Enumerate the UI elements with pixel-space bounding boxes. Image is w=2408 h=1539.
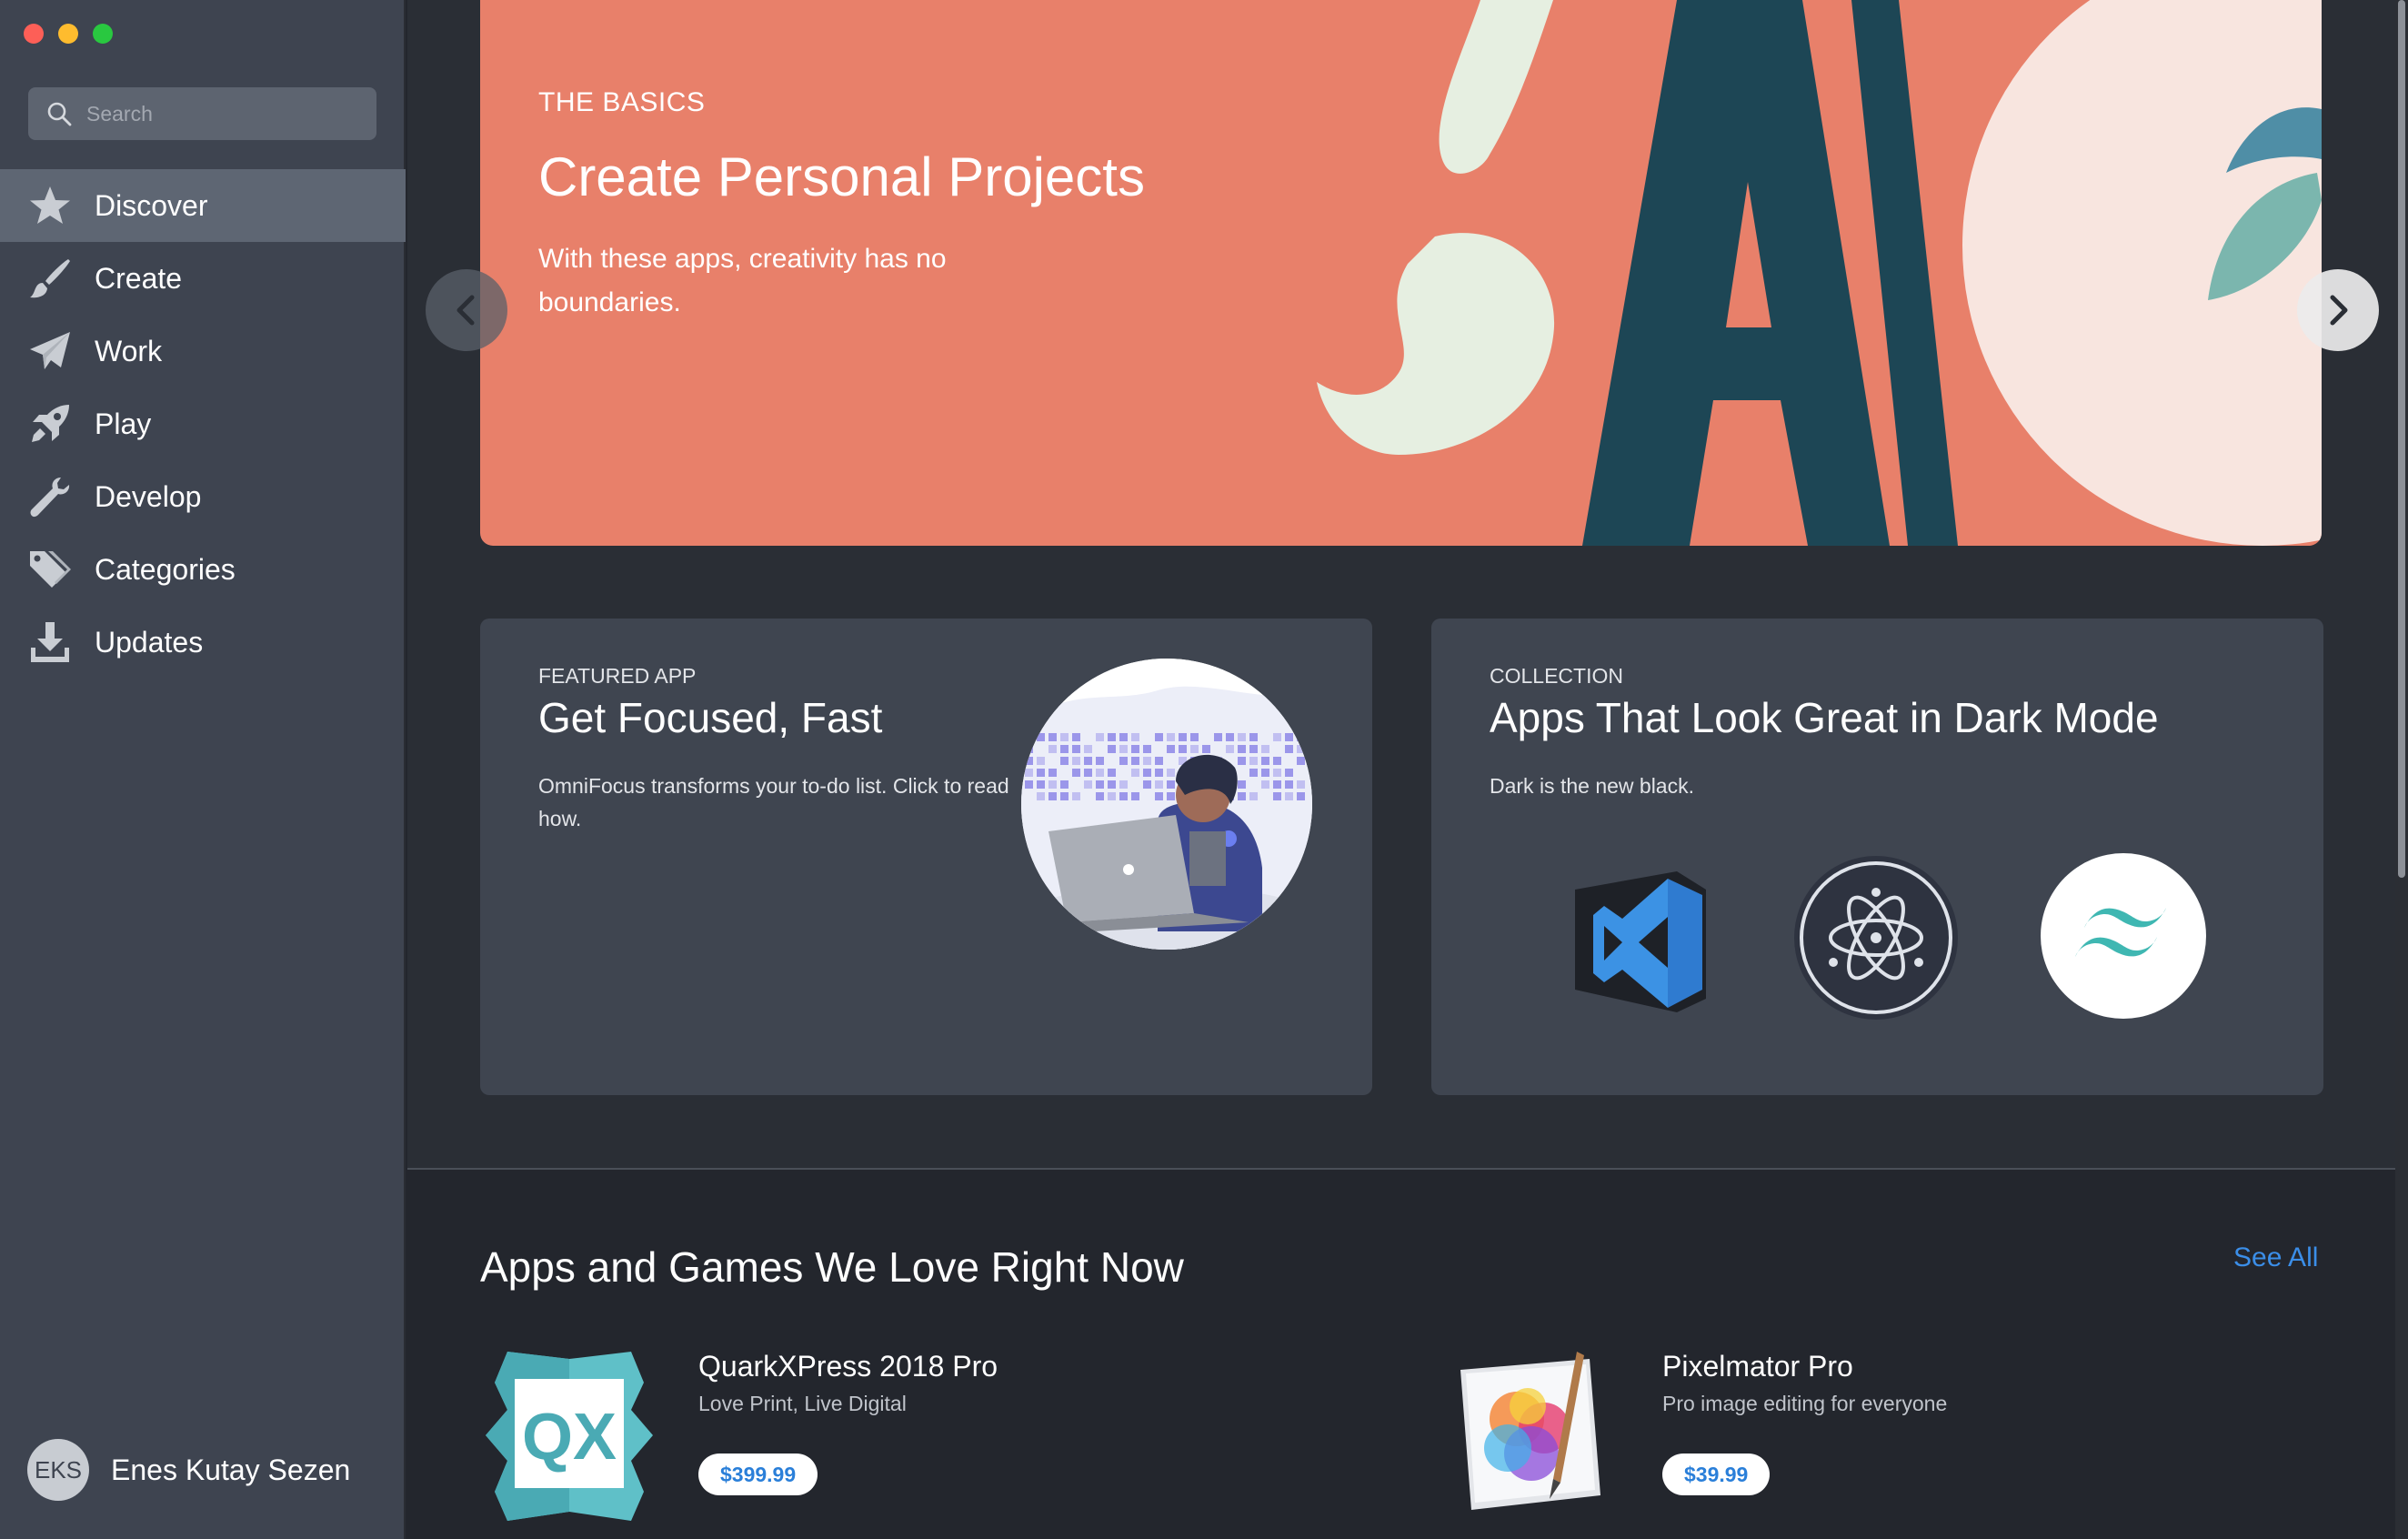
price-button[interactable]: $39.99: [1662, 1454, 1771, 1495]
section-title: Apps and Games We Love Right Now: [480, 1243, 1184, 1291]
paper-plane-icon: [27, 328, 73, 374]
app-name: QuarkXPress 2018 Pro: [698, 1350, 998, 1383]
featured-app-card[interactable]: FEATURED APP Get Focused, Fast OmniFocus…: [480, 619, 1372, 1095]
sidebar-item-label: Updates: [95, 625, 204, 659]
card-eyebrow: FEATURED APP: [538, 664, 697, 688]
hero-banner[interactable]: THE BASICS Create Personal Projects With…: [480, 0, 2322, 546]
sidebar-item-discover[interactable]: Discover: [0, 169, 406, 242]
sidebar-item-label: Develop: [95, 479, 202, 513]
see-all-link[interactable]: See All: [2233, 1242, 2318, 1273]
collection-card[interactable]: COLLECTION Apps That Look Great in Dark …: [1431, 619, 2323, 1095]
scrollbar-thumb[interactable]: [2398, 0, 2405, 878]
user-name: Enes Kutay Sezen: [111, 1453, 351, 1486]
svg-text:QX: QX: [522, 1401, 617, 1474]
sidebar-item-label: Discover: [95, 188, 208, 222]
hero-subtitle: With these apps, creativity has no bound…: [538, 244, 947, 317]
sidebar-item-label: Categories: [95, 552, 236, 586]
avatar: EKS: [27, 1439, 89, 1501]
tags-icon: [27, 547, 73, 592]
vscode-icon[interactable]: [1568, 862, 1713, 1017]
sidebar-item-play[interactable]: Play: [0, 387, 406, 460]
pixelmator-icon: [1460, 1352, 1600, 1510]
hero-prev-button[interactable]: [426, 269, 507, 351]
sidebar-item-label: Create: [95, 261, 183, 295]
price-button[interactable]: $399.99: [698, 1454, 818, 1495]
hero-illustration: [1317, 0, 2322, 546]
hero-next-button[interactable]: [2297, 269, 2379, 351]
app-tagline: Love Print, Live Digital: [698, 1392, 907, 1415]
chevron-left-icon: [457, 295, 475, 326]
search-input[interactable]: [86, 101, 359, 126]
sidebar-item-categories[interactable]: Categories: [0, 533, 406, 606]
sidebar: Discover Create Work Play Develop: [0, 0, 406, 1539]
chevron-right-icon: [2330, 295, 2348, 326]
minimize-window-button[interactable]: [58, 24, 78, 44]
card-title: Get Focused, Fast: [538, 694, 883, 741]
maximize-window-button[interactable]: [93, 24, 113, 44]
main-content: THE BASICS Create Personal Projects With…: [407, 0, 2408, 1539]
sidebar-item-work[interactable]: Work: [0, 315, 406, 387]
app-tagline: Pro image editing for everyone: [1662, 1392, 1948, 1415]
hero-title: Create Personal Projects: [538, 146, 1145, 207]
section-divider: [407, 1168, 2395, 1170]
hero-eyebrow: THE BASICS: [538, 87, 706, 117]
download-icon: [27, 619, 73, 665]
electron-icon[interactable]: [1791, 853, 1961, 1022]
wrench-icon: [27, 474, 73, 519]
star-icon: [27, 183, 73, 228]
card-description: OmniFocus transforms your to-do list. Cl…: [538, 774, 1009, 830]
tailwind-icon[interactable]: [2039, 851, 2208, 1021]
card-title: Apps That Look Great in Dark Mode: [1490, 694, 2159, 741]
hero-text: THE BASICS Create Personal Projects With…: [538, 87, 1175, 325]
account-button[interactable]: EKS Enes Kutay Sezen: [27, 1439, 350, 1501]
search-box[interactable]: [28, 87, 376, 140]
omnifocus-illustration: [1021, 659, 1312, 950]
card-description: Dark is the new black.: [1490, 774, 1694, 798]
sidebar-item-label: Play: [95, 407, 152, 440]
sidebar-item-label: Work: [95, 334, 163, 367]
sidebar-item-develop[interactable]: Develop: [0, 460, 406, 533]
quarkxpress-icon: QX: [486, 1352, 653, 1521]
paintbrush-icon: [27, 256, 73, 301]
scrollbar[interactable]: [2395, 0, 2408, 1539]
sidebar-nav: Discover Create Work Play Develop Catego…: [0, 169, 406, 679]
card-eyebrow: COLLECTION: [1490, 664, 1623, 688]
sidebar-item-updates[interactable]: Updates: [0, 606, 406, 679]
close-window-button[interactable]: [24, 24, 44, 44]
rocket-icon: [27, 401, 73, 447]
sidebar-item-create[interactable]: Create: [0, 242, 406, 315]
app-name: Pixelmator Pro: [1662, 1350, 1853, 1383]
search-icon: [47, 102, 72, 126]
window-controls: [24, 24, 113, 44]
